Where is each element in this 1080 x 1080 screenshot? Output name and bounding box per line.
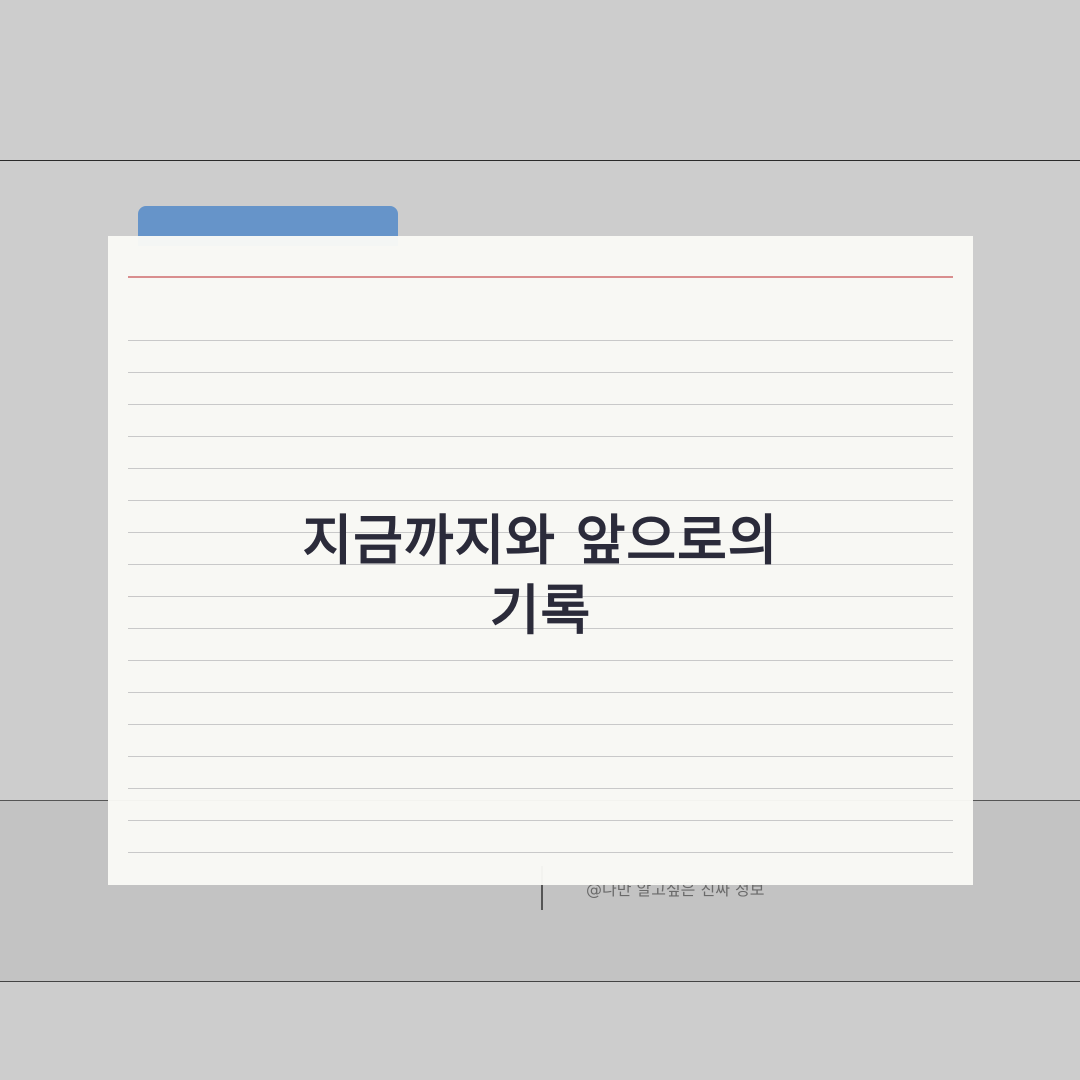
card-title: 지금까지와 앞으로의 기록 — [108, 506, 973, 646]
index-card: 지금까지와 앞으로의 기록 — [108, 236, 973, 885]
top-divider — [0, 160, 1080, 161]
card-title-line2: 기록 — [489, 579, 592, 642]
bottom-divider — [0, 981, 1080, 982]
margin-line — [128, 276, 953, 278]
thumbnail-canvas: @나만 알고싶은 진짜 정보 지금까지와 앞으로의 기록 — [0, 0, 1080, 1080]
card-title-line1: 지금까지와 앞으로의 — [302, 509, 779, 572]
